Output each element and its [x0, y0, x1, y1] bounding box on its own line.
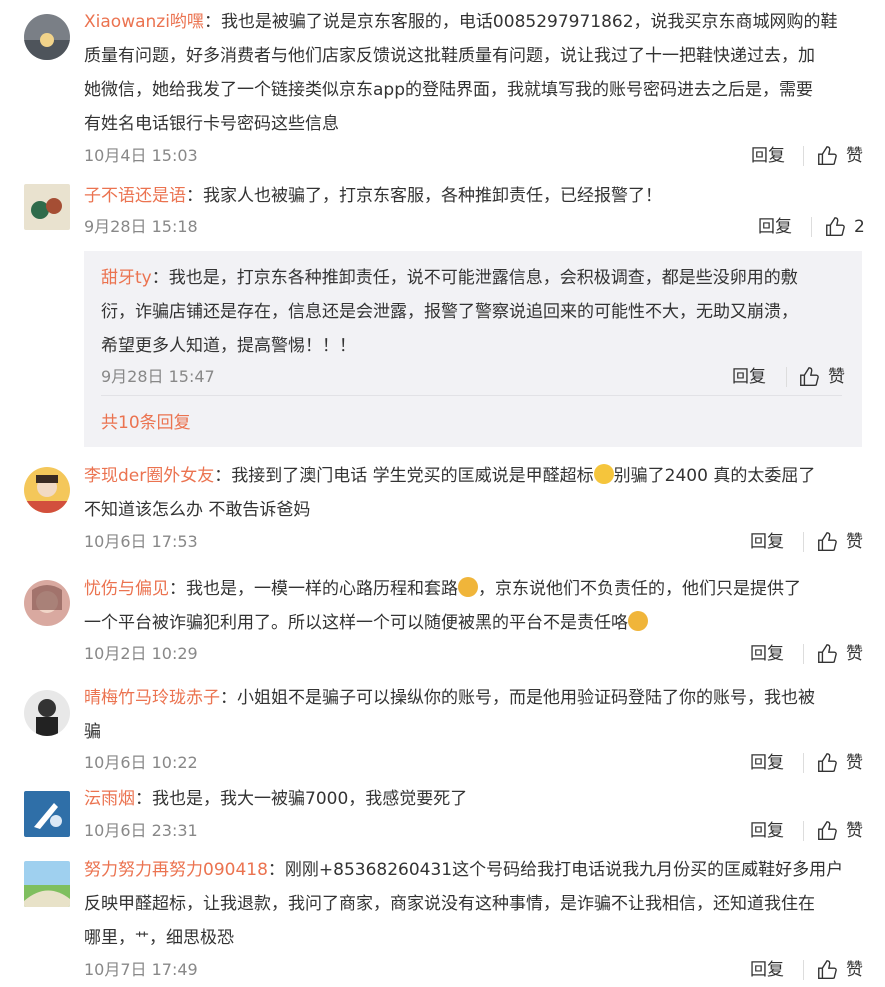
- like-button[interactable]: 赞: [798, 362, 845, 392]
- like-button[interactable]: 赞: [816, 141, 863, 171]
- comment-text: 我家人也被骗了，打京东客服，各种推卸责任，已经报警了！: [203, 186, 662, 206]
- sweat-emoji-icon: [628, 611, 648, 631]
- username[interactable]: 甜牙ty: [101, 268, 152, 288]
- username[interactable]: 李现der圈外女友: [84, 466, 214, 486]
- timestamp: 10月4日 15:03: [84, 146, 198, 165]
- username[interactable]: 沄雨烟: [84, 789, 135, 809]
- timestamp: 9月28日 15:47: [101, 367, 215, 386]
- comment-text: ，细思极恐: [149, 928, 234, 948]
- comment-text: 她微信，她给我发了一个链接类似京东app的登陆界面，我就填写我的账号密码进去之后…: [84, 80, 813, 100]
- comment-text: 哪里，: [84, 928, 135, 948]
- reply-button[interactable]: 回复: [750, 816, 784, 846]
- more-replies-link[interactable]: 共10条回复: [101, 408, 191, 433]
- comment-text: 刚刚+85368260431这个号码给我打电话说我九月份买的匡威鞋好多用户: [284, 860, 844, 880]
- divider: [101, 395, 842, 396]
- timestamp: 10月6日 17:53: [84, 532, 198, 551]
- divider: [803, 960, 804, 980]
- timestamp: 10月2日 10:29: [84, 644, 198, 663]
- comment-text: 一个平台被诈骗犯利用了。所以这样一个可以随便被黑的平台不是责任咯: [84, 613, 628, 633]
- thumbs-up-icon: [818, 644, 837, 663]
- reply-button[interactable]: 回复: [751, 141, 785, 171]
- reply-button[interactable]: 回复: [732, 362, 766, 392]
- reply-thread: 甜牙ty：我也是，打京东各种推卸责任，说不可能泄露信息，会积极调查，都是些没卵用…: [84, 251, 862, 447]
- timestamp: 10月6日 10:22: [84, 753, 198, 772]
- timestamp: 10月6日 23:31: [84, 821, 198, 840]
- avatar[interactable]: [24, 861, 70, 907]
- divider: [803, 146, 804, 166]
- comment-text: ，京东说他们不负责任的，他们只是提供了: [478, 579, 801, 599]
- reply-button[interactable]: 回复: [750, 527, 784, 557]
- divider: [803, 644, 804, 664]
- like-button[interactable]: 2: [824, 212, 865, 242]
- comment-text: 别骗了2400 真的太委屈了: [613, 466, 816, 486]
- comment-text: 我也是，一模一样的心路历程和套路: [186, 579, 458, 599]
- like-button[interactable]: 赞: [816, 748, 863, 778]
- like-button[interactable]: 赞: [816, 527, 863, 557]
- thumbs-up-icon: [818, 960, 837, 979]
- comment-text: 我也是，打京东各种推卸责任，说不可能泄露信息，会积极调查，都是些没卵用的敷: [168, 268, 798, 288]
- thumbs-up-icon: [818, 532, 837, 551]
- username[interactable]: 忧伤与偏见: [84, 579, 169, 599]
- divider: [811, 217, 812, 237]
- username[interactable]: 努力努力再努力090418: [84, 860, 268, 880]
- divider: [786, 367, 787, 387]
- comment-text: 骗: [84, 722, 101, 742]
- username[interactable]: 子不语还是语: [84, 186, 186, 206]
- reply-button[interactable]: 回复: [750, 639, 784, 669]
- avatar[interactable]: [24, 690, 70, 736]
- comment-text: 反映甲醛超标，让我退款，我问了商家，商家说没有这种事情，是诈骗不让我相信，还知道…: [84, 894, 815, 914]
- reply-button[interactable]: 回复: [758, 212, 792, 242]
- comment-text: 有姓名电话银行卡号密码这些信息: [84, 114, 339, 134]
- like-button[interactable]: 赞: [816, 816, 863, 846]
- comment-text: 小姐姐不是骗子可以操纵你的账号，而是他用验证码登陆了你的账号，我也被: [237, 688, 815, 708]
- comment-text: 质量有问题，好多消费者与他们店家反馈说这批鞋质量有问题，说让我过了十一把鞋快递过…: [84, 46, 815, 66]
- divider: [803, 821, 804, 841]
- timestamp: 9月28日 15:18: [84, 217, 198, 236]
- thumbs-up-icon: [826, 217, 845, 236]
- thumbs-up-icon: [800, 367, 819, 386]
- reply-button[interactable]: 回复: [750, 955, 784, 985]
- grass-emoji-icon: 艹: [135, 931, 149, 947]
- divider: [803, 532, 804, 552]
- comment-text: 不知道该怎么办 不敢告诉爸妈: [84, 500, 311, 520]
- username[interactable]: Xiaowanzi哟嘿: [84, 12, 204, 32]
- comment-text: 希望更多人知道，提高警惕！！！: [101, 336, 356, 356]
- comment-text: 我接到了澳门电话 学生党买的匡威说是甲醛超标: [231, 466, 594, 486]
- avatar[interactable]: [24, 184, 70, 230]
- thumbs-up-icon: [818, 753, 837, 772]
- comment-text: 衍，诈骗店铺还是存在，信息还是会泄露，报警了警察说追回来的可能性不大，无助又崩溃…: [101, 302, 798, 322]
- thumbs-up-icon: [818, 821, 837, 840]
- like-button[interactable]: 赞: [816, 955, 863, 985]
- avatar[interactable]: [24, 467, 70, 513]
- username[interactable]: 晴梅竹马玲珑赤子: [84, 688, 220, 708]
- thumbs-up-icon: [818, 146, 837, 165]
- reply-button[interactable]: 回复: [750, 748, 784, 778]
- comment-text: 我也是，我大一被骗7000，我感觉要死了: [152, 789, 468, 809]
- timestamp: 10月7日 17:49: [84, 960, 198, 979]
- avatar[interactable]: [24, 580, 70, 626]
- like-button[interactable]: 赞: [816, 639, 863, 669]
- divider: [803, 753, 804, 773]
- comment-text: 我也是被骗了说是京东客服的，电话0085297971862，说我买京东商城网购的…: [220, 12, 838, 32]
- crying-emoji-icon: [593, 464, 614, 484]
- sad-face-emoji-icon: [458, 577, 478, 597]
- avatar[interactable]: [24, 791, 70, 837]
- avatar[interactable]: [24, 14, 70, 60]
- like-count: 2: [854, 217, 865, 237]
